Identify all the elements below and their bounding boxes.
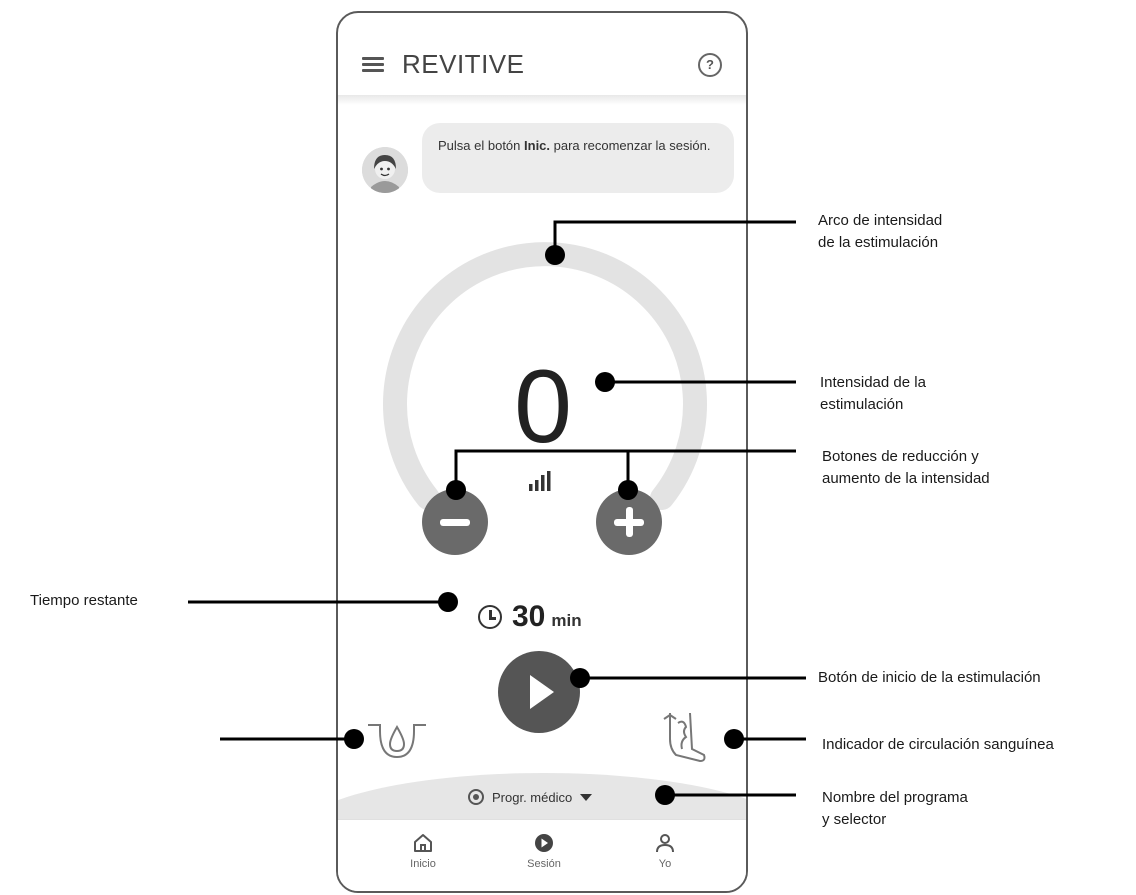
annotation-intensity: Intensidad de la estimulación bbox=[820, 372, 926, 416]
annotation-time: Tiempo restante bbox=[30, 592, 138, 609]
annotation-arc-line2: de la estimulación bbox=[818, 234, 939, 251]
annotation-program: Nombre del programa y selector bbox=[822, 787, 968, 831]
annotation-buttons: Botones de reducción y aumento de la int… bbox=[822, 446, 990, 490]
annotation-arc: Arco de intensidad de la estimulación bbox=[818, 210, 942, 254]
annotation-intensity-line2: estimulación bbox=[820, 396, 904, 413]
annotation-program-line2: y selector bbox=[822, 811, 887, 828]
annotation-intensity-line1: Intensidad de la bbox=[820, 374, 926, 391]
annotation-program-line1: Nombre del programa bbox=[822, 789, 968, 806]
annotation-circulation: Indicador de circulación sanguínea bbox=[822, 736, 1054, 753]
annotation-buttons-line1: Botones de reducción y bbox=[822, 448, 979, 465]
annotation-buttons-line2: aumento de la intensidad bbox=[822, 470, 990, 487]
annotation-arc-line1: Arco de intensidad bbox=[818, 212, 943, 229]
annotation-start: Botón de inicio de la estimulación bbox=[818, 669, 1041, 686]
